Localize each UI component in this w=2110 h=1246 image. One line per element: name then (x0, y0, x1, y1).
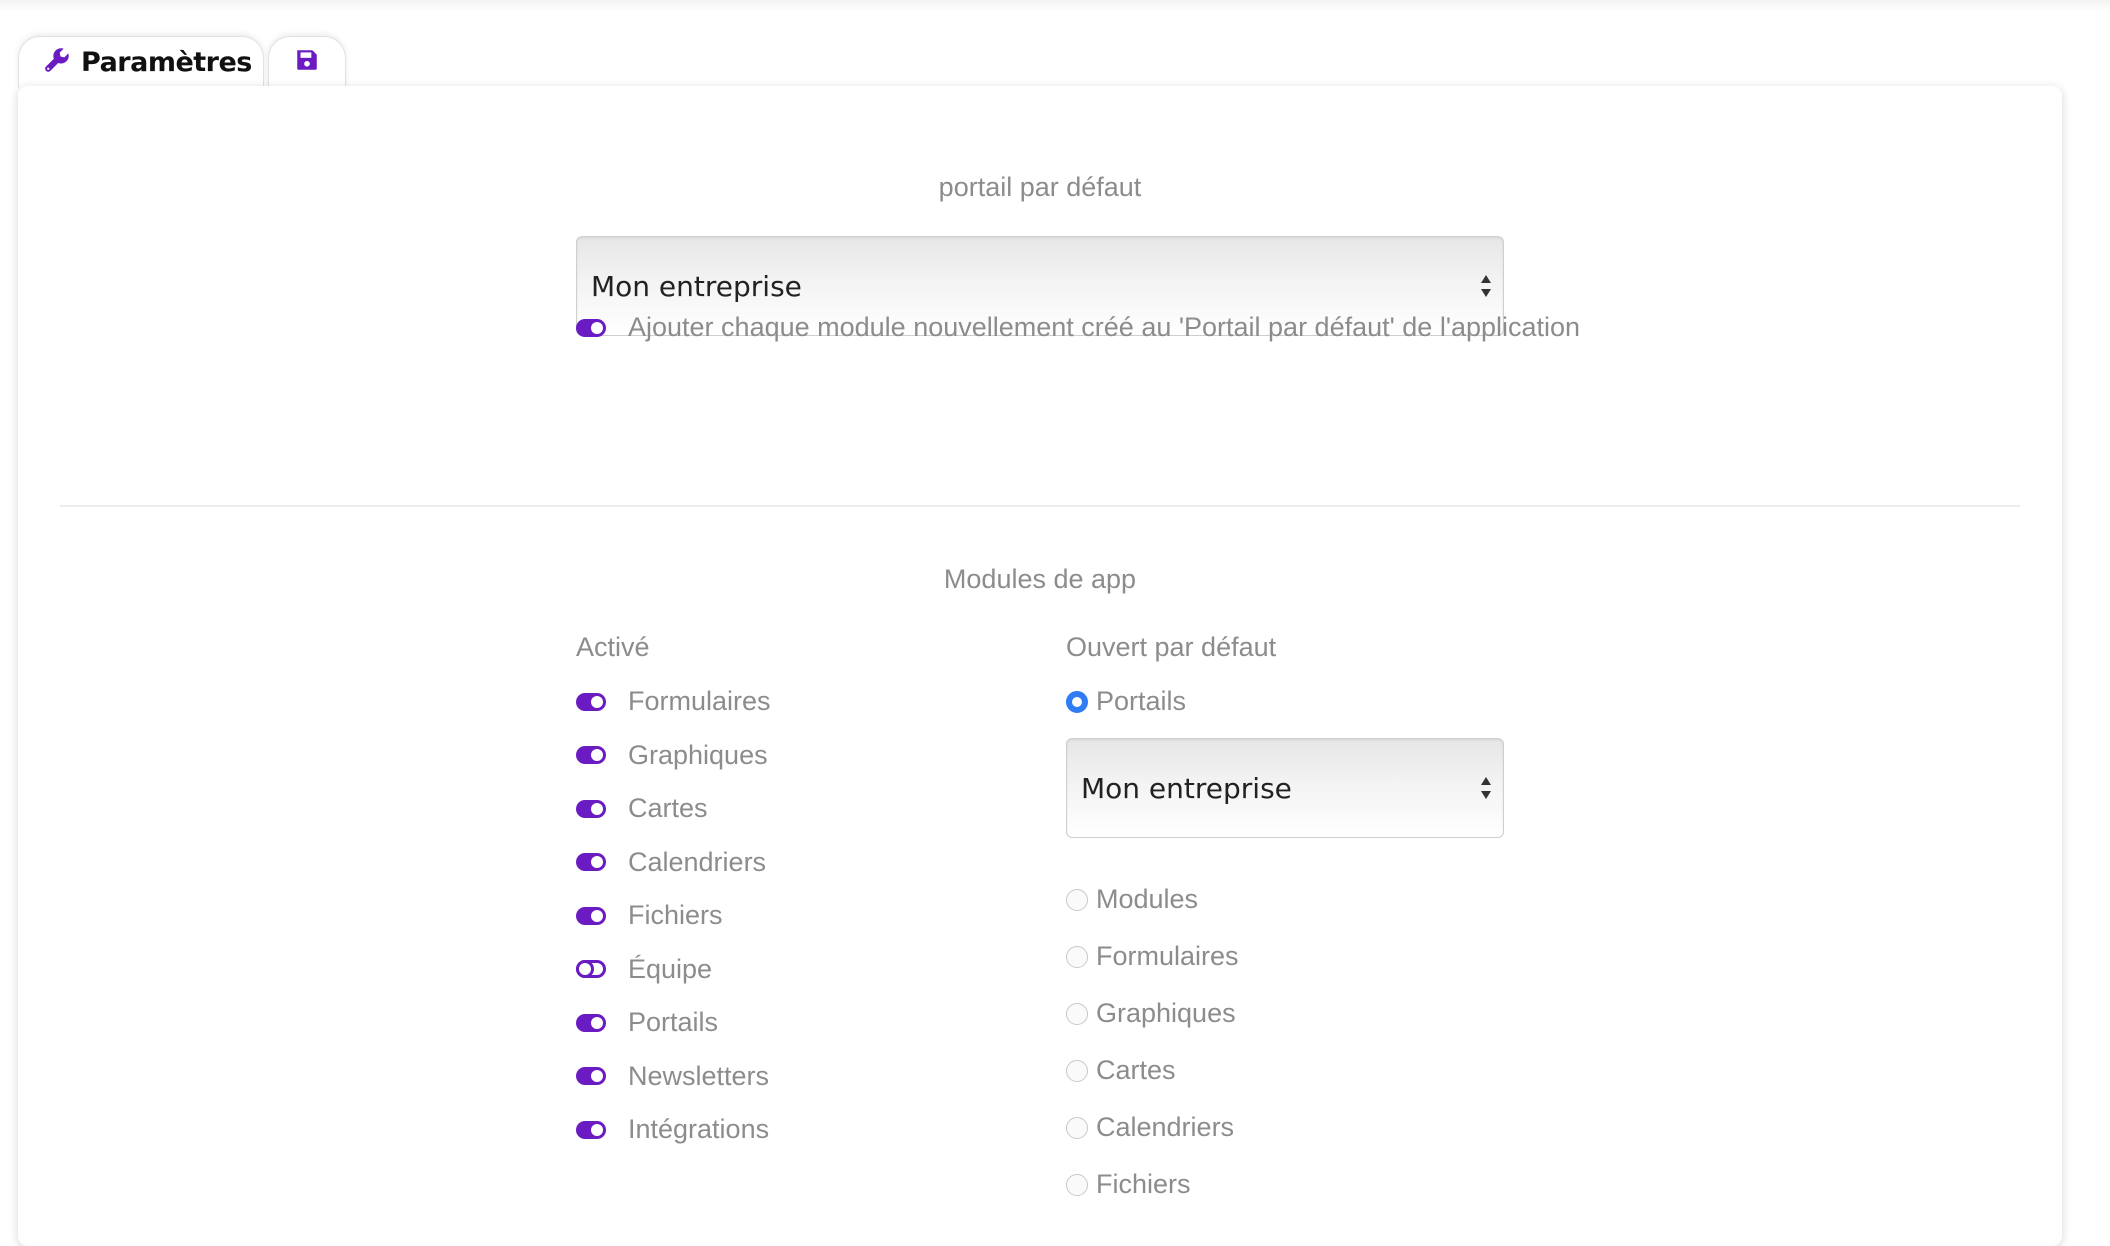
radio-option-row[interactable]: Fichiers (1066, 1169, 1191, 1200)
open-default-column-header: Ouvert par défaut (1066, 632, 1277, 662)
radio-option-label: Cartes (1096, 1055, 1176, 1085)
wrench-icon (43, 46, 71, 79)
tab-settings[interactable]: Paramètres (18, 36, 264, 88)
tab-save[interactable] (268, 36, 346, 88)
radio-option[interactable] (1066, 1059, 1088, 1082)
radio-option[interactable] (1066, 1116, 1088, 1139)
default-portal-title: portail par défaut (938, 172, 1142, 202)
active-column-header: Activé (576, 632, 650, 662)
radio-option-label: Modules (1096, 884, 1199, 914)
radio-option-label: Formulaires (1096, 941, 1239, 971)
radio-option-label: Fichiers (1096, 1169, 1191, 1199)
radio-portals-label: Portails (1096, 686, 1187, 716)
section-divider (60, 505, 2020, 507)
module-toggle-label: Formulaires (628, 686, 771, 716)
app-modules-title: Modules de app (943, 564, 1137, 594)
toggle-on-icon[interactable] (576, 1067, 606, 1085)
open-default-portal-select-value: Mon entreprise (1081, 771, 1292, 805)
module-toggle-row[interactable]: Cartes (576, 793, 708, 824)
module-toggle-row[interactable]: Graphiques (576, 740, 768, 771)
add-module-toggle-label: Ajouter chaque module nouvellement créé … (628, 312, 1581, 342)
module-toggle-label: Cartes (628, 793, 708, 823)
top-band (0, 0, 2110, 12)
module-toggle-row[interactable]: Newsletters (576, 1061, 769, 1092)
module-toggle-row[interactable]: Fichiers (576, 900, 723, 931)
toggle-on-icon[interactable] (576, 318, 606, 337)
open-default-portal-select[interactable]: Mon entreprise (1066, 738, 1504, 838)
module-toggle-row[interactable]: Intégrations (576, 1114, 769, 1145)
module-toggle-row[interactable]: Équipe (576, 954, 712, 985)
tab-settings-label: Paramètres (81, 47, 252, 78)
module-toggle-label: Calendriers (628, 846, 767, 877)
radio-option[interactable] (1066, 1002, 1088, 1025)
select-arrows-icon (1479, 273, 1493, 299)
radio-portals-row[interactable]: Portails (1066, 686, 1186, 717)
module-toggle-row[interactable]: Portails (576, 1007, 718, 1038)
select-arrows-icon (1479, 775, 1493, 801)
tab-bar: Paramètres (18, 36, 346, 88)
toggle-on-icon[interactable] (576, 1120, 606, 1139)
default-portal-select-value: Mon entreprise (591, 269, 802, 303)
module-toggle-label: Portails (628, 1007, 719, 1037)
toggle-on-icon[interactable] (576, 906, 606, 925)
add-module-toggle-row[interactable]: Ajouter chaque module nouvellement créé … (576, 312, 1580, 343)
radio-option[interactable] (1066, 945, 1088, 968)
toggle-on-icon[interactable] (576, 799, 606, 818)
radio-option[interactable] (1066, 1173, 1088, 1196)
module-toggle-label: Équipe (628, 953, 713, 984)
module-toggle-row[interactable]: Calendriers (576, 847, 766, 878)
radio-option-row[interactable]: Graphiques (1066, 998, 1236, 1029)
toggle-on-icon[interactable] (576, 746, 606, 764)
radio-option-row[interactable]: Calendriers (1066, 1112, 1234, 1143)
radio-option-row[interactable]: Cartes (1066, 1055, 1176, 1086)
toggle-on-icon[interactable] (576, 853, 606, 871)
module-toggle-label: Graphiques (628, 739, 768, 770)
settings-panel: portail par défaut Mon entreprise Ajoute… (18, 86, 2062, 1246)
toggle-on-icon[interactable] (576, 692, 606, 711)
radio-option-label: Graphiques (1096, 998, 1236, 1028)
floppy-disk-icon (294, 47, 320, 78)
radio-option-label: Calendriers (1096, 1112, 1235, 1142)
toggle-off-icon[interactable] (576, 960, 606, 978)
radio-option[interactable] (1066, 888, 1088, 911)
radio-portals[interactable] (1066, 690, 1088, 713)
module-toggle-label: Fichiers (628, 900, 723, 930)
module-toggle-label: Newsletters (628, 1060, 770, 1091)
radio-option-row[interactable]: Formulaires (1066, 941, 1239, 972)
toggle-on-icon[interactable] (576, 1013, 606, 1032)
module-toggle-label: Intégrations (628, 1114, 770, 1144)
radio-option-row[interactable]: Modules (1066, 884, 1198, 915)
module-toggle-row[interactable]: Formulaires (576, 686, 771, 717)
